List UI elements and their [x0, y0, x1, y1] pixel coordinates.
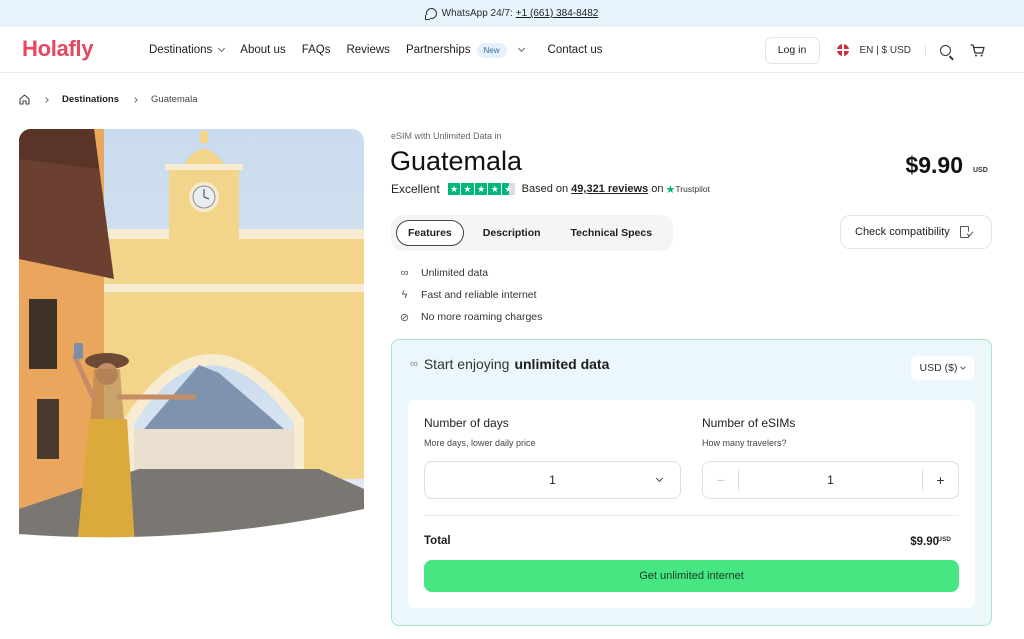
product-tabs: Features Description Technical Specs — [391, 215, 673, 251]
price-currency: USD — [973, 167, 988, 174]
feature-label: Fast and reliable internet — [421, 289, 537, 301]
tab-features[interactable]: Features — [396, 220, 464, 246]
nav-destinations-label: Destinations — [149, 44, 213, 56]
home-icon[interactable] — [19, 94, 30, 105]
infinity-icon: ∞ — [410, 358, 418, 370]
new-badge: New — [476, 42, 507, 58]
esims-sublabel: How many travelers? — [702, 438, 787, 448]
feature-item: ∞ Unlimited data — [398, 262, 542, 284]
reviews-link[interactable]: 49,321 reviews — [571, 183, 648, 195]
heading-bold: unlimited data — [514, 356, 610, 372]
rating-stars: ★ ★ ★ ★ ★ — [447, 182, 515, 196]
holafly-logo[interactable]: Holafly — [22, 36, 94, 62]
nav-partnerships[interactable]: Partnerships New — [405, 42, 525, 58]
features-list: ∞ Unlimited data ϟ Fast and reliable int… — [398, 262, 543, 328]
search-icon[interactable] — [940, 44, 951, 56]
feature-item: ϟ Fast and reliable internet — [398, 284, 542, 306]
rating-label: Excellent — [391, 182, 440, 196]
nav-contact-label: Contact us — [547, 44, 603, 56]
breadcrumb-destinations[interactable]: Destinations — [62, 94, 119, 105]
breadcrumb-separator — [43, 96, 49, 103]
main-nav: Destinations About us FAQs Reviews Partn… — [149, 27, 619, 73]
reviews-prefix: Based on — [521, 183, 569, 195]
trustpilot-rating: Excellent ★ ★ ★ ★ ★ Based on 49,321 revi… — [391, 182, 710, 196]
cart-icon[interactable] — [970, 44, 985, 57]
feature-label: Unlimited data — [421, 267, 489, 279]
lightning-icon: ϟ — [401, 289, 408, 301]
get-unlimited-internet-button[interactable]: Get unlimited internet — [424, 560, 959, 592]
uk-flag-icon[interactable] — [836, 44, 849, 56]
purchase-card: ∞ Start enjoying unlimited data USD ($) … — [391, 339, 992, 626]
purchase-form: Number of days More days, lower daily pr… — [408, 400, 975, 608]
no-roaming-icon: ⊘ — [399, 311, 410, 324]
star-icon: ★ — [461, 182, 474, 196]
currency-select-value: USD ($) — [919, 362, 958, 374]
nav-about-label: About us — [240, 44, 286, 56]
star-icon: ★ — [474, 182, 488, 196]
nav-reviews-label: Reviews — [346, 44, 390, 56]
whatsapp-label: WhatsApp 24/7: — [441, 8, 513, 19]
star-icon: ★ — [447, 182, 461, 196]
breadcrumb-separator — [132, 96, 138, 103]
divider — [424, 515, 959, 516]
header-actions: Log in EN | $ USD — [764, 27, 1024, 73]
esims-label: Number of eSIMs — [702, 416, 796, 430]
site-header: Holafly Destinations About us FAQs Revie… — [0, 27, 1024, 73]
check-compatibility-button[interactable]: Check compatibility — [840, 215, 992, 249]
tab-technical-specs[interactable]: Technical Specs — [560, 221, 664, 245]
currency-select[interactable]: USD ($) — [911, 356, 974, 380]
total-label: Total — [424, 535, 451, 547]
half-star-icon: ★ — [502, 182, 515, 196]
nav-contact-us[interactable]: Contact us — [548, 44, 603, 56]
days-label: Number of days — [424, 416, 509, 430]
breadcrumb: Destinations Guatemala — [19, 94, 198, 105]
total-value: $9.90 — [910, 536, 939, 548]
days-value: 1 — [549, 473, 556, 487]
total-currency: USD — [937, 536, 951, 543]
reviews-on: on — [651, 183, 664, 195]
esims-quantity-stepper: − 1 + — [702, 461, 959, 499]
infinity-icon: ∞ — [400, 267, 409, 279]
days-select[interactable]: 1 — [424, 461, 681, 499]
nav-destinations[interactable]: Destinations — [149, 44, 226, 56]
product-price: $9.90 — [905, 152, 963, 178]
feature-label: No more roaming charges — [421, 311, 543, 323]
trustpilot-star-icon: ★ — [665, 183, 676, 196]
divider — [925, 45, 926, 55]
whatsapp-banner: WhatsApp 24/7: +1 (661) 384-8482 — [0, 0, 1024, 27]
whatsapp-icon — [424, 8, 437, 20]
hero-image — [19, 129, 364, 547]
esims-value[interactable]: 1 — [739, 473, 922, 487]
heading-prefix: Start enjoying — [423, 356, 510, 372]
nav-about-us[interactable]: About us — [240, 44, 285, 56]
star-icon: ★ — [488, 182, 502, 196]
purchase-heading: ∞ Start enjoying unlimited data — [410, 356, 609, 372]
nav-reviews[interactable]: Reviews — [346, 44, 389, 56]
login-button[interactable]: Log in — [764, 36, 820, 64]
language-currency-selector[interactable]: EN | $ USD — [860, 45, 912, 56]
chevron-down-icon — [655, 474, 664, 483]
trustpilot-logo: Trustpilot — [675, 184, 710, 194]
product-eyebrow: eSIM with Unlimited Data in — [391, 131, 502, 141]
nav-partnerships-label: Partnerships — [405, 44, 471, 56]
nav-faqs-label: FAQs — [301, 44, 331, 56]
nav-faqs[interactable]: FAQs — [302, 44, 331, 56]
days-sublabel: More days, lower daily price — [424, 438, 536, 448]
whatsapp-phone-link[interactable]: +1 (661) 384-8482 — [516, 8, 599, 19]
chevron-down-icon — [960, 363, 967, 370]
guatemala-arch-illustration — [19, 129, 364, 547]
feature-item: ⊘ No more roaming charges — [398, 306, 543, 328]
page-title: Guatemala — [390, 146, 523, 176]
check-compatibility-label: Check compatibility — [855, 226, 950, 238]
device-check-icon — [959, 226, 969, 238]
tab-description[interactable]: Description — [472, 221, 552, 245]
chevron-down-icon — [218, 44, 226, 53]
breadcrumb-current: Guatemala — [151, 94, 198, 105]
chevron-down-icon — [517, 44, 525, 53]
decrement-button[interactable]: − — [703, 462, 738, 498]
increment-button[interactable]: + — [923, 462, 958, 498]
